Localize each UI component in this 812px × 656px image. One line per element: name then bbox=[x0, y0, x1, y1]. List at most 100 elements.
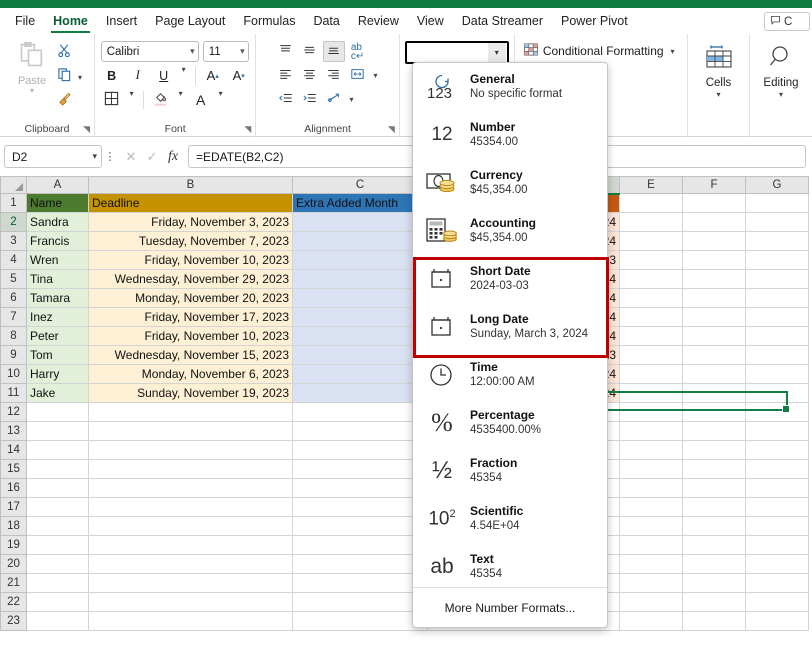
merge-cells-button[interactable] bbox=[347, 65, 369, 86]
cell-g13[interactable] bbox=[745, 421, 809, 441]
cell-b22[interactable] bbox=[88, 592, 293, 612]
cell-f10[interactable] bbox=[682, 364, 746, 384]
cell-a23[interactable] bbox=[26, 611, 89, 631]
cell-b18[interactable] bbox=[88, 516, 293, 536]
font-color-chevron-down-icon[interactable]: ▾ bbox=[216, 89, 226, 110]
cell-e14[interactable] bbox=[619, 440, 683, 460]
cell-b16[interactable] bbox=[88, 478, 293, 498]
dropdown-item-fraction[interactable]: ½ Fraction 45354 bbox=[413, 447, 607, 495]
cell-g15[interactable] bbox=[745, 459, 809, 479]
font-color-button[interactable]: A bbox=[190, 89, 212, 110]
row-header-16[interactable]: 16 bbox=[0, 478, 27, 498]
fx-icon[interactable]: fx bbox=[163, 146, 183, 168]
chevron-down-icon[interactable]: ▾ bbox=[92, 151, 97, 162]
row-header-1[interactable]: 1 bbox=[0, 193, 27, 213]
dropdown-item-number[interactable]: 12 Number 45354.00 bbox=[413, 111, 607, 159]
decrease-font-size-button[interactable]: A ▾ bbox=[228, 65, 250, 86]
cell-g21[interactable] bbox=[745, 573, 809, 593]
cell-f6[interactable] bbox=[682, 288, 746, 308]
cell-g6[interactable] bbox=[745, 288, 809, 308]
row-header-2[interactable]: 2 bbox=[0, 212, 27, 232]
cell-e16[interactable] bbox=[619, 478, 683, 498]
cell-c10[interactable] bbox=[292, 364, 428, 384]
cell-c21[interactable] bbox=[292, 573, 428, 593]
row-header-4[interactable]: 4 bbox=[0, 250, 27, 270]
cell-b1[interactable]: Deadline bbox=[88, 193, 293, 213]
row-header-22[interactable]: 22 bbox=[0, 592, 27, 612]
tab-power-pivot[interactable]: Power Pivot bbox=[552, 8, 637, 34]
editing-button[interactable]: Editing ▾ bbox=[754, 38, 808, 99]
cell-e17[interactable] bbox=[619, 497, 683, 517]
cell-c18[interactable] bbox=[292, 516, 428, 536]
borders-chevron-down-icon[interactable]: ▾ bbox=[127, 89, 137, 110]
font-size-combo[interactable]: 11 ▾ bbox=[202, 41, 249, 62]
cell-b11[interactable]: Sunday, November 19, 2023 bbox=[88, 383, 293, 403]
cell-f4[interactable] bbox=[682, 250, 746, 270]
cell-g5[interactable] bbox=[745, 269, 809, 289]
dropdown-item-text[interactable]: ab Text 45354 bbox=[413, 543, 607, 591]
underline-chevron-down-icon[interactable]: ▾ bbox=[179, 65, 189, 86]
cell-f7[interactable] bbox=[682, 307, 746, 327]
cell-g7[interactable] bbox=[745, 307, 809, 327]
wrap-chevron-down-icon[interactable]: ▾ bbox=[347, 95, 357, 104]
row-header-13[interactable]: 13 bbox=[0, 421, 27, 441]
cell-a6[interactable]: Tamara bbox=[26, 288, 89, 308]
cell-a20[interactable] bbox=[26, 554, 89, 574]
cell-c6[interactable] bbox=[292, 288, 428, 308]
tab-file[interactable]: File bbox=[6, 8, 44, 34]
cell-e12[interactable] bbox=[619, 402, 683, 422]
cell-e6[interactable] bbox=[619, 288, 683, 308]
dropdown-item-currency[interactable]: Currency $45,354.00 bbox=[413, 159, 607, 207]
chevron-down-icon[interactable]: ▾ bbox=[668, 47, 678, 56]
row-header-10[interactable]: 10 bbox=[0, 364, 27, 384]
tab-data-streamer[interactable]: Data Streamer bbox=[453, 8, 552, 34]
column-header-a[interactable]: A bbox=[26, 176, 89, 194]
cell-e1[interactable] bbox=[619, 193, 683, 213]
cell-e10[interactable] bbox=[619, 364, 683, 384]
chevron-down-icon[interactable]: ▾ bbox=[30, 87, 34, 95]
cell-e19[interactable] bbox=[619, 535, 683, 555]
cell-f23[interactable] bbox=[682, 611, 746, 631]
cell-e3[interactable] bbox=[619, 231, 683, 251]
row-header-3[interactable]: 3 bbox=[0, 231, 27, 251]
tab-review[interactable]: Review bbox=[349, 8, 408, 34]
cell-e22[interactable] bbox=[619, 592, 683, 612]
cell-c9[interactable] bbox=[292, 345, 428, 365]
cell-b14[interactable] bbox=[88, 440, 293, 460]
cell-b23[interactable] bbox=[88, 611, 293, 631]
row-header-11[interactable]: 11 bbox=[0, 383, 27, 403]
dropdown-item-time[interactable]: Time 12:00:00 AM bbox=[413, 351, 607, 399]
cells-button[interactable]: Cells ▾ bbox=[692, 38, 746, 99]
cell-b6[interactable]: Monday, November 20, 2023 bbox=[88, 288, 293, 308]
underline-button[interactable]: U bbox=[153, 65, 175, 86]
cell-f1[interactable] bbox=[682, 193, 746, 213]
row-header-12[interactable]: 12 bbox=[0, 402, 27, 422]
increase-font-size-button[interactable]: A ▴ bbox=[202, 65, 224, 86]
cell-c11[interactable] bbox=[292, 383, 428, 403]
cell-e7[interactable] bbox=[619, 307, 683, 327]
cell-a15[interactable] bbox=[26, 459, 89, 479]
cell-a2[interactable]: Sandra bbox=[26, 212, 89, 232]
align-left-button[interactable] bbox=[275, 65, 297, 86]
cell-f18[interactable] bbox=[682, 516, 746, 536]
cell-g18[interactable] bbox=[745, 516, 809, 536]
align-bottom-button[interactable] bbox=[322, 41, 345, 62]
cell-c14[interactable] bbox=[292, 440, 428, 460]
cell-g12[interactable] bbox=[745, 402, 809, 422]
row-header-19[interactable]: 19 bbox=[0, 535, 27, 555]
cell-g14[interactable] bbox=[745, 440, 809, 460]
tab-data[interactable]: Data bbox=[304, 8, 348, 34]
cell-a4[interactable]: Wren bbox=[26, 250, 89, 270]
cell-e5[interactable] bbox=[619, 269, 683, 289]
cell-g8[interactable] bbox=[745, 326, 809, 346]
row-header-20[interactable]: 20 bbox=[0, 554, 27, 574]
cell-b7[interactable]: Friday, November 17, 2023 bbox=[88, 307, 293, 327]
cell-a17[interactable] bbox=[26, 497, 89, 517]
formula-bar-options-icon[interactable]: ⋮ bbox=[102, 150, 118, 163]
dropdown-item-accounting[interactable]: Accounting $45,354.00 bbox=[413, 207, 607, 255]
align-top-button[interactable] bbox=[275, 41, 297, 62]
cell-a5[interactable]: Tina bbox=[26, 269, 89, 289]
dropdown-item-short-date[interactable]: Short Date 2024-03-03 bbox=[413, 255, 607, 303]
align-center-button[interactable] bbox=[299, 65, 321, 86]
row-header-17[interactable]: 17 bbox=[0, 497, 27, 517]
